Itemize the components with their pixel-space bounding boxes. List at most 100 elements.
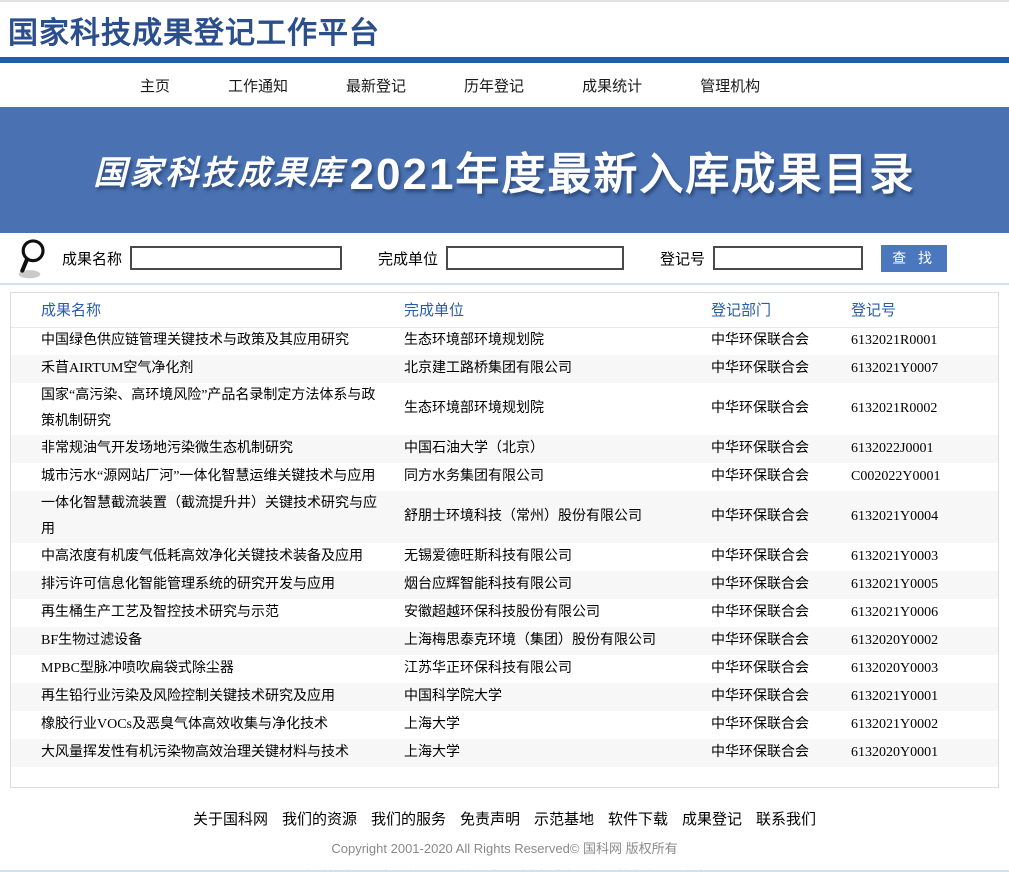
achievement-name-cell: 中国绿色供应链管理关键技术与政策及其应用研究 xyxy=(11,327,394,355)
nav-item-latest-registration[interactable]: 最新登记 xyxy=(346,75,406,96)
achievement-name-cell: BF生物过滤设备 xyxy=(11,627,394,655)
achievement-name-cell: 国家“高污染、高环境风险”产品名录制定方法体系与政策机制研究 xyxy=(11,383,394,435)
completion-unit-cell: 上海大学 xyxy=(394,711,701,739)
nav-item-home[interactable]: 主页 xyxy=(140,75,170,96)
registration-number-input[interactable] xyxy=(713,246,863,270)
footer-links: 关于国科网我们的资源我们的服务免责声明示范基地软件下载成果登记联系我们 xyxy=(0,808,1009,829)
banner-title: 2021年度最新入库成果目录 xyxy=(350,138,916,202)
table-row[interactable]: 国家“高污染、高环境风险”产品名录制定方法体系与政策机制研究生态环境部环境规划院… xyxy=(11,383,998,435)
registration-number-cell: 6132020Y0003 xyxy=(841,655,998,683)
registration-dept-cell: 中华环保联合会 xyxy=(701,683,841,711)
table-row[interactable]: 排污许可信息化智能管理系统的研究开发与应用烟台应辉智能科技有限公司中华环保联合会… xyxy=(11,571,998,599)
table-row[interactable]: 非常规油气开发场地污染微生态机制研究中国石油大学（北京）中华环保联合会61320… xyxy=(11,435,998,463)
registration-dept-cell: 中华环保联合会 xyxy=(701,655,841,683)
footer-link-software-download[interactable]: 软件下载 xyxy=(608,812,668,828)
nav-item-past-registration[interactable]: 历年登记 xyxy=(464,75,524,96)
table-row[interactable]: 中国绿色供应链管理关键技术与政策及其应用研究生态环境部环境规划院中华环保联合会6… xyxy=(11,327,998,355)
registration-dept-cell: 中华环保联合会 xyxy=(701,599,841,627)
table-row[interactable]: BF生物过滤设备上海梅思泰克环境（集团）股份有限公司中华环保联合会6132020… xyxy=(11,627,998,655)
copyright-text: Copyright 2001-2020 All Rights Reserved©… xyxy=(0,838,1009,857)
completion-unit-cell: 上海梅思泰克环境（集团）股份有限公司 xyxy=(394,627,701,655)
table-row[interactable]: 大风量挥发性有机污染物高效治理关键材料与技术上海大学中华环保联合会6132020… xyxy=(11,739,998,767)
footer-link-achievement-registration[interactable]: 成果登记 xyxy=(682,812,742,828)
completion-unit-input[interactable] xyxy=(446,246,624,270)
footer-link-disclaimer[interactable]: 免责声明 xyxy=(460,812,520,828)
page: 国家科技成果登记工作平台 主页 工作通知 最新登记 历年登记 成果统计 管理机构 国家科技… xyxy=(0,0,1009,872)
registration-dept-cell: 中华环保联合会 xyxy=(701,435,841,463)
completion-unit-cell: 生态环境部环境规划院 xyxy=(394,327,701,355)
registration-number-cell: 6132021Y0005 xyxy=(841,571,998,599)
table-row[interactable]: 中高浓度有机废气低耗高效净化关键技术装备及应用无锡爱德旺斯科技有限公司中华环保联… xyxy=(11,543,998,571)
registration-dept-cell: 中华环保联合会 xyxy=(701,327,841,355)
results-table-container: 成果名称完成单位登记部门登记号 中国绿色供应链管理关键技术与政策及其应用研究生态… xyxy=(10,292,999,788)
footer-link-our-services[interactable]: 我们的服务 xyxy=(371,812,446,828)
achievement-name-cell: 一体化智慧截流装置（截流提升井）关键技术研究与应用 xyxy=(11,491,394,543)
footer: 关于国科网我们的资源我们的服务免责声明示范基地软件下载成果登记联系我们 Copy… xyxy=(0,788,1009,872)
completion-unit-cell: 江苏华正环保科技有限公司 xyxy=(394,655,701,683)
footer-link-our-resources[interactable]: 我们的资源 xyxy=(282,812,357,828)
nav-item-achievement-statistics[interactable]: 成果统计 xyxy=(582,75,642,96)
magnifier-icon xyxy=(16,236,52,280)
completion-unit-cell: 舒朋士环境科技（常州）股份有限公司 xyxy=(394,491,701,543)
banner: 国家科技成果库 2021年度最新入库成果目录 xyxy=(0,107,1009,233)
nav-item-work-notice[interactable]: 工作通知 xyxy=(228,75,288,96)
table-row[interactable]: MPBC型脉冲喷吹扁袋式除尘器江苏华正环保科技有限公司中华环保联合会613202… xyxy=(11,655,998,683)
registration-number-cell: 6132021R0002 xyxy=(841,383,998,435)
footer-link-demonstration-base[interactable]: 示范基地 xyxy=(534,812,594,828)
table-row[interactable]: 再生铅行业污染及风险控制关键技术研究及应用中国科学院大学中华环保联合会61320… xyxy=(11,683,998,711)
completion-unit-cell: 中国石油大学（北京） xyxy=(394,435,701,463)
achievement-name-cell: 城市污水“源网站厂河”一体化智慧运维关键技术与应用 xyxy=(11,463,394,491)
site-title: 国家科技成果登记工作平台 xyxy=(8,8,380,52)
achievement-name-label: 成果名称 xyxy=(62,248,122,269)
achievement-name-cell: 大风量挥发性有机污染物高效治理关键材料与技术 xyxy=(11,739,394,767)
completion-unit-cell: 同方水务集团有限公司 xyxy=(394,463,701,491)
achievement-name-cell: 再生桶生产工艺及智控技术研究与示范 xyxy=(11,599,394,627)
table-row[interactable]: 城市污水“源网站厂河”一体化智慧运维关键技术与应用同方水务集团有限公司中华环保联… xyxy=(11,463,998,491)
completion-unit-cell: 上海大学 xyxy=(394,739,701,767)
results-table: 成果名称完成单位登记部门登记号 中国绿色供应链管理关键技术与政策及其应用研究生态… xyxy=(11,293,998,767)
registration-number-cell: 6132021Y0001 xyxy=(841,683,998,711)
registration-number-cell: 6132022J0001 xyxy=(841,435,998,463)
footer-link-contact-us[interactable]: 联系我们 xyxy=(756,812,816,828)
table-row[interactable]: 橡胶行业VOCs及恶臭气体高效收集与净化技术上海大学中华环保联合会6132021… xyxy=(11,711,998,739)
column-header: 登记号 xyxy=(841,293,998,327)
registration-dept-cell: 中华环保联合会 xyxy=(701,739,841,767)
registration-dept-cell: 中华环保联合会 xyxy=(701,355,841,383)
achievement-name-cell: 橡胶行业VOCs及恶臭气体高效收集与净化技术 xyxy=(11,711,394,739)
registration-number-cell: C002022Y0001 xyxy=(841,463,998,491)
registration-dept-cell: 中华环保联合会 xyxy=(701,491,841,543)
main-nav: 主页 工作通知 最新登记 历年登记 成果统计 管理机构 xyxy=(0,63,1009,107)
achievement-name-cell: 再生铅行业污染及风险控制关键技术研究及应用 xyxy=(11,683,394,711)
search-button[interactable]: 查 找 xyxy=(881,245,947,272)
nav-item-management-agency[interactable]: 管理机构 xyxy=(700,75,760,96)
table-row[interactable]: 禾苜AIRTUM空气净化剂北京建工路桥集团有限公司中华环保联合会6132021Y… xyxy=(11,355,998,383)
footer-link-about-guokewang[interactable]: 关于国科网 xyxy=(193,812,268,828)
banner-prefix: 国家科技成果库 xyxy=(94,146,346,194)
completion-unit-label: 完成单位 xyxy=(378,248,438,269)
achievement-name-input[interactable] xyxy=(130,246,342,270)
table-row[interactable]: 一体化智慧截流装置（截流提升井）关键技术研究与应用舒朋士环境科技（常州）股份有限… xyxy=(11,491,998,543)
registration-number-cell: 6132021Y0007 xyxy=(841,355,998,383)
registration-dept-cell: 中华环保联合会 xyxy=(701,463,841,491)
registration-dept-cell: 中华环保联合会 xyxy=(701,571,841,599)
achievement-name-cell: 非常规油气开发场地污染微生态机制研究 xyxy=(11,435,394,463)
table-row[interactable]: 再生桶生产工艺及智控技术研究与示范安徽超越环保科技股份有限公司中华环保联合会61… xyxy=(11,599,998,627)
registration-dept-cell: 中华环保联合会 xyxy=(701,543,841,571)
completion-unit-cell: 北京建工路桥集团有限公司 xyxy=(394,355,701,383)
registration-number-cell: 6132021R0001 xyxy=(841,327,998,355)
registration-number-cell: 6132021Y0006 xyxy=(841,599,998,627)
search-fields: 成果名称 完成单位 登记号 xyxy=(52,246,863,270)
site-header: 国家科技成果登记工作平台 xyxy=(0,2,1009,57)
table-header-row: 成果名称完成单位登记部门登记号 xyxy=(11,293,998,327)
registration-number-cell: 6132020Y0002 xyxy=(841,627,998,655)
registration-number-label: 登记号 xyxy=(660,248,705,269)
achievement-name-cell: 中高浓度有机废气低耗高效净化关键技术装备及应用 xyxy=(11,543,394,571)
achievement-name-cell: 排污许可信息化智能管理系统的研究开发与应用 xyxy=(11,571,394,599)
column-header: 完成单位 xyxy=(394,293,701,327)
registration-number-cell: 6132021Y0002 xyxy=(841,711,998,739)
search-bar: 成果名称 完成单位 登记号 查 找 xyxy=(0,233,1009,285)
column-header: 登记部门 xyxy=(701,293,841,327)
registration-dept-cell: 中华环保联合会 xyxy=(701,627,841,655)
completion-unit-cell: 中国科学院大学 xyxy=(394,683,701,711)
completion-unit-cell: 生态环境部环境规划院 xyxy=(394,383,701,435)
